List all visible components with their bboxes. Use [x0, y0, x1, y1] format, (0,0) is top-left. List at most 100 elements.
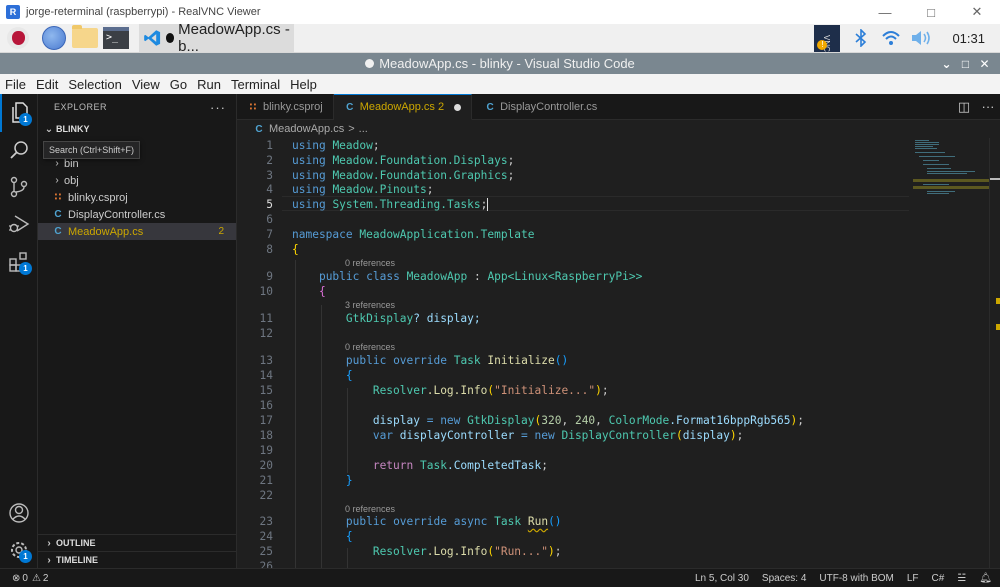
warning-icon: ⚠: [31, 572, 41, 584]
vnc-window-title: jorge-reterminal (raspberrypi) - RealVNC…: [26, 6, 261, 18]
code-line: 1 using Meadow;: [237, 138, 909, 153]
problems-status[interactable]: ⊗ 0 ⚠ 2: [0, 573, 48, 584]
breadcrumb-file[interactable]: MeadowApp.cs: [269, 123, 344, 135]
warning-marker: [996, 324, 1000, 330]
line-number: 26: [259, 560, 273, 568]
code-editor[interactable]: 1 using Meadow; 2 using Meadow.Foundation.…: [237, 138, 909, 568]
language-mode[interactable]: C#: [932, 573, 945, 584]
activity-source-control[interactable]: [0, 168, 38, 206]
code-line: 7 namespace MeadowApplication.Template: [237, 227, 909, 242]
raspberry-menu-button[interactable]: [5, 25, 31, 51]
chevron-right-icon: ›: [47, 554, 51, 566]
text-cursor: [487, 198, 489, 212]
menu-go[interactable]: Go: [165, 77, 192, 92]
activity-search[interactable]: [0, 131, 38, 169]
line-number: 10: [259, 285, 273, 298]
timeline-section[interactable]: › TIMELINE: [38, 551, 237, 568]
csharp-file-icon: C: [54, 226, 62, 237]
tree-file-blinky-csproj[interactable]: ∷ blinky.csproj: [38, 189, 236, 206]
minimap[interactable]: [909, 138, 989, 568]
cursor-position[interactable]: Ln 5, Col 30: [695, 573, 749, 584]
volume-icon[interactable]: [910, 26, 932, 50]
menu-selection[interactable]: Selection: [63, 77, 126, 92]
rss-icon: ∷: [249, 101, 257, 113]
menu-file[interactable]: File: [0, 77, 31, 92]
search-icon: [10, 141, 28, 159]
code-line: 13 public override Task Initialize(): [237, 353, 909, 368]
tree-folder-obj[interactable]: › obj: [38, 172, 236, 189]
indentation[interactable]: Spaces: 4: [762, 573, 806, 584]
line-number: 15: [259, 384, 273, 397]
tab-blinky-csproj[interactable]: ∷ blinky.csproj: [237, 94, 334, 120]
menu-help[interactable]: Help: [285, 77, 322, 92]
file-manager-launcher[interactable]: [72, 25, 98, 51]
taskbar-vscode-task[interactable]: MeadowApp.cs - b...: [139, 21, 294, 55]
menu-edit[interactable]: Edit: [31, 77, 63, 92]
end-of-line[interactable]: LF: [907, 573, 919, 584]
menu-terminal[interactable]: Terminal: [226, 77, 285, 92]
menu-view[interactable]: View: [127, 77, 165, 92]
feedback-icon[interactable]: ☱: [957, 573, 966, 584]
code-line: 11 GtkDisplay? display;: [237, 311, 909, 326]
notifications-bell-icon[interactable]: 🔔︎: [979, 573, 992, 584]
outline-section[interactable]: › OUTLINE: [38, 534, 237, 551]
line-number: 13: [259, 354, 273, 367]
menu-run[interactable]: Run: [192, 77, 226, 92]
vscode-maximize-button[interactable]: □: [956, 57, 975, 71]
timeline-label: TIMELINE: [56, 555, 98, 565]
code-line: 4 using Meadow.Pinouts;: [237, 182, 909, 197]
problems-count: 2: [218, 226, 224, 237]
code-line: 15 Resolver.Log.Info("Initialize...");: [237, 383, 909, 398]
vnc-close-button[interactable]: ✕: [954, 0, 1000, 24]
tree-file-displaycontroller[interactable]: C DisplayController.cs: [38, 206, 236, 223]
vnc-minimize-button[interactable]: —: [862, 0, 908, 24]
explorer-header: EXPLORER ···: [38, 94, 236, 120]
modified-dot-icon[interactable]: [454, 103, 462, 111]
tree-item-label: blinky.csproj: [68, 191, 128, 204]
code-line: 22: [237, 488, 909, 503]
vnc-maximize-button[interactable]: □: [908, 0, 954, 24]
line-number: 20: [259, 459, 273, 472]
activity-accounts[interactable]: [0, 494, 38, 532]
source-control-icon: [10, 176, 28, 198]
line-number: 24: [259, 530, 273, 543]
vscode-close-button[interactable]: ✕: [975, 57, 994, 71]
tab-meadowapp-cs[interactable]: C MeadowApp.cs 2: [333, 94, 473, 120]
raspberry-pi-icon: [7, 27, 29, 49]
folder-icon: [72, 25, 98, 48]
vnc-server-tray-icon[interactable]: VNC !: [814, 24, 841, 52]
activity-bar: 1 1 1: [0, 94, 38, 568]
vscode-minimize-button[interactable]: ⌄: [937, 57, 956, 71]
activity-extensions[interactable]: 1: [0, 243, 38, 281]
activity-run-debug[interactable]: [0, 205, 38, 243]
split-editor-icon[interactable]: ◫: [952, 99, 976, 115]
line-number: 7: [266, 228, 273, 241]
encoding[interactable]: UTF-8 with BOM: [819, 573, 893, 584]
vscode-window-title: MeadowApp.cs - blinky - Visual Studio Co…: [379, 56, 635, 71]
activity-manage[interactable]: 1: [0, 531, 38, 569]
workspace-root-folder[interactable]: ⌄ BLINKY: [38, 120, 236, 138]
more-actions-icon[interactable]: ···: [976, 99, 1000, 114]
tab-displaycontroller-cs[interactable]: C DisplayController.cs: [472, 94, 622, 120]
csharp-file-icon: C: [346, 101, 354, 113]
line-number: 3: [266, 169, 273, 182]
terminal-icon: >_: [103, 27, 129, 49]
activity-explorer[interactable]: 1: [0, 94, 38, 132]
breadcrumb-symbol[interactable]: ...: [359, 123, 368, 135]
line-number: 6: [266, 213, 273, 226]
chevron-right-icon: ›: [55, 175, 59, 186]
csharp-file-icon: C: [255, 123, 263, 135]
clock[interactable]: 01:31: [952, 31, 985, 46]
web-browser-launcher[interactable]: [41, 25, 67, 51]
wifi-icon[interactable]: [880, 26, 902, 50]
editor-scrollbar[interactable]: [989, 138, 1000, 568]
bluetooth-icon[interactable]: [850, 26, 872, 50]
workspace-root-label: BLINKY: [56, 124, 90, 134]
line-number: 11: [259, 312, 273, 325]
tree-file-meadowapp[interactable]: C MeadowApp.cs 2: [38, 223, 236, 240]
terminal-launcher[interactable]: >_: [103, 25, 129, 51]
explorer-more-button[interactable]: ···: [210, 100, 226, 115]
outline-label: OUTLINE: [56, 538, 96, 548]
tree-item-label: bin: [64, 157, 79, 170]
menu-bar: File Edit Selection View Go Run Terminal…: [0, 74, 1000, 94]
